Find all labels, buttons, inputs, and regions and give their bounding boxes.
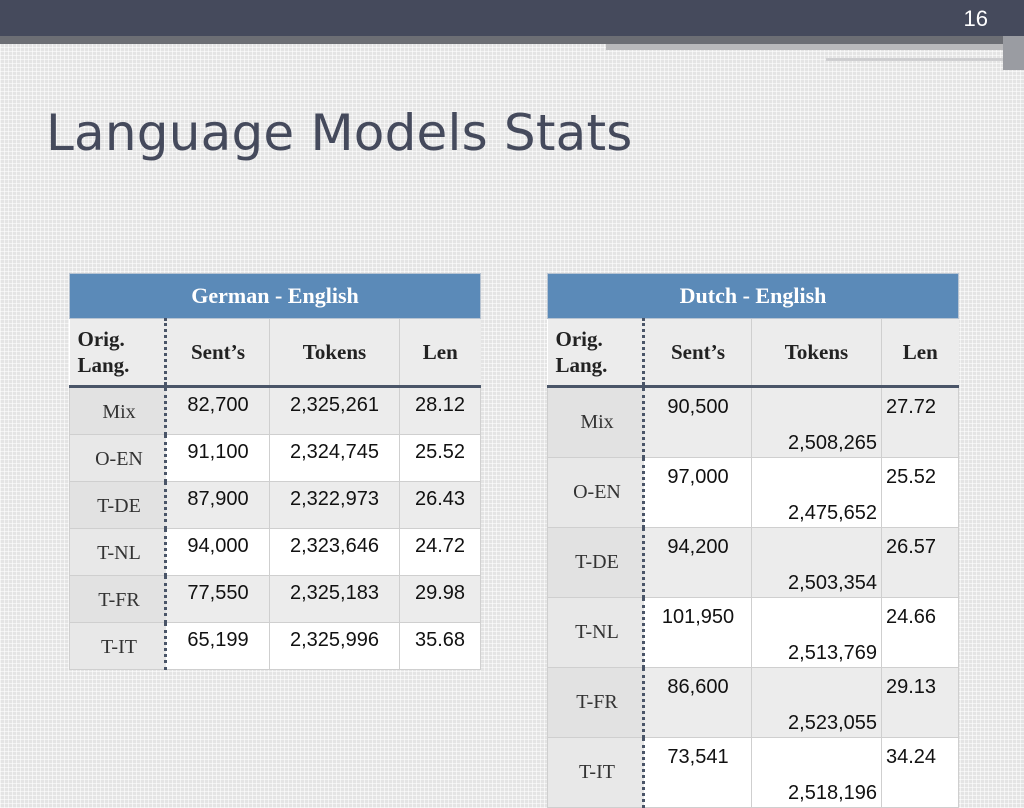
top-bar-edge: [1003, 36, 1024, 70]
table-row: T-NL 94,000 2,323,646 24.72: [69, 528, 482, 576]
sents-cell: 90,500: [643, 386, 752, 458]
table-row: T-FR 86,600 2,523,055 29.13: [547, 667, 960, 738]
sents-cell: 94,000: [165, 528, 270, 576]
len-cell: 34.24: [880, 737, 960, 808]
table-row: T-IT 73,541 2,518,196 34.24: [547, 737, 960, 808]
top-bar-accent: [606, 44, 1024, 70]
table-row: T-DE 94,200 2,503,354 26.57: [547, 527, 960, 598]
sents-cell: 94,200: [643, 527, 752, 598]
tokens-cell: 2,513,769: [751, 597, 882, 668]
len-cell: 24.72: [398, 528, 482, 576]
table-row: T-NL 101,950 2,513,769 24.66: [547, 597, 960, 668]
sents-cell: 82,700: [165, 386, 270, 435]
top-bar-stripe: [0, 36, 1024, 44]
orig-lang-cell: Mix: [547, 386, 645, 458]
orig-label-line1: Orig.: [555, 326, 603, 351]
table-row: O-EN 91,100 2,324,745 25.52: [69, 434, 482, 482]
column-header-sents: Sent’s: [642, 318, 752, 388]
orig-lang-cell: T-NL: [547, 597, 645, 668]
orig-lang-cell: T-NL: [69, 528, 167, 576]
tokens-cell: 2,323,646: [269, 528, 400, 576]
table-row: O-EN 97,000 2,475,652 25.52: [547, 457, 960, 528]
table-caption: German - English: [68, 273, 482, 319]
table-row: Mix 90,500 2,508,265 27.72: [547, 386, 960, 458]
orig-lang-cell: T-FR: [547, 667, 645, 738]
column-header-len: Len: [398, 318, 481, 388]
orig-lang-cell: O-EN: [547, 457, 645, 528]
tokens-cell: 2,518,196: [751, 737, 882, 808]
slide-title: Language Models Stats: [46, 104, 633, 162]
column-header-orig-lang: Orig. Lang.: [69, 318, 166, 388]
table-caption: Dutch - English: [546, 273, 960, 319]
sents-cell: 97,000: [643, 457, 752, 528]
top-bar: [0, 0, 1024, 36]
sents-cell: 86,600: [643, 667, 752, 738]
len-cell: 29.98: [398, 575, 482, 623]
dutch-english-table: Dutch - English Orig. Lang. Sent’s Tokens…: [546, 273, 960, 808]
orig-lang-cell: T-IT: [547, 737, 645, 808]
sents-cell: 101,950: [643, 597, 752, 668]
table-row: T-IT 65,199 2,325,996 35.68: [69, 622, 482, 670]
column-header-orig-lang: Orig. Lang.: [547, 318, 644, 388]
len-cell: 26.57: [880, 527, 960, 598]
sents-cell: 65,199: [165, 622, 270, 670]
orig-lang-cell: T-DE: [547, 527, 645, 598]
len-cell: 29.13: [880, 667, 960, 738]
len-cell: 25.52: [880, 457, 960, 528]
orig-lang-cell: O-EN: [69, 434, 167, 482]
orig-lang-cell: T-IT: [69, 622, 167, 670]
len-cell: 28.12: [398, 386, 482, 435]
orig-label-line1: Orig.: [77, 326, 125, 351]
tokens-cell: 2,475,652: [751, 457, 882, 528]
table-row: Mix 82,700 2,325,261 28.12: [69, 386, 482, 435]
sents-cell: 77,550: [165, 575, 270, 623]
column-header-len: Len: [880, 318, 959, 388]
orig-lang-cell: T-DE: [69, 481, 167, 529]
tokens-cell: 2,508,265: [751, 386, 882, 458]
orig-label-line2: Lang.: [77, 353, 130, 377]
tokens-cell: 2,325,996: [269, 622, 400, 670]
sents-cell: 91,100: [165, 434, 270, 482]
column-header-tokens: Tokens: [269, 318, 400, 388]
orig-lang-cell: T-FR: [69, 575, 167, 623]
tokens-cell: 2,325,183: [269, 575, 400, 623]
table-row: T-FR 77,550 2,325,183 29.98: [69, 575, 482, 623]
orig-label-line2: Lang.: [555, 353, 608, 377]
len-cell: 25.52: [398, 434, 482, 482]
tokens-cell: 2,325,261: [269, 386, 400, 435]
tokens-cell: 2,322,973: [269, 481, 400, 529]
len-cell: 26.43: [398, 481, 482, 529]
tokens-cell: 2,523,055: [751, 667, 882, 738]
table-row: T-DE 87,900 2,322,973 26.43: [69, 481, 482, 529]
orig-lang-cell: Mix: [69, 386, 167, 435]
column-header-sents: Sent’s: [164, 318, 270, 388]
german-english-table: German - English Orig. Lang. Sent’s Token…: [68, 273, 482, 670]
tokens-cell: 2,324,745: [269, 434, 400, 482]
sents-cell: 73,541: [643, 737, 752, 808]
slide-number: 16: [963, 6, 988, 31]
tokens-cell: 2,503,354: [751, 527, 882, 598]
sents-cell: 87,900: [165, 481, 270, 529]
len-cell: 35.68: [398, 622, 482, 670]
column-header-tokens: Tokens: [751, 318, 882, 388]
len-cell: 27.72: [880, 386, 960, 458]
len-cell: 24.66: [880, 597, 960, 668]
